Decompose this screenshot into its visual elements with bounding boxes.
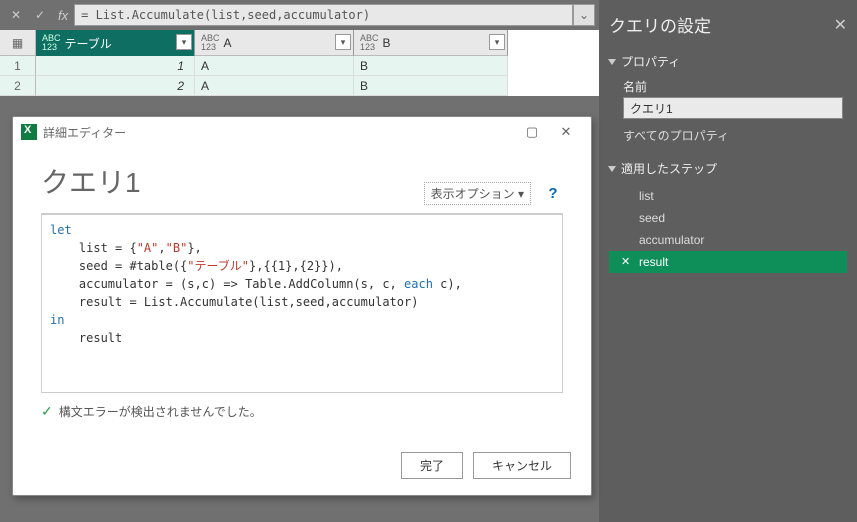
column-header-1[interactable]: ABC 123 A ▾ bbox=[195, 30, 354, 56]
cancel-button[interactable]: キャンセル bbox=[473, 452, 571, 479]
cell: B bbox=[354, 56, 508, 76]
applied-step[interactable]: list bbox=[609, 185, 847, 207]
type-any-icon: ABC 123 bbox=[201, 34, 220, 52]
name-label: 名前 bbox=[609, 74, 847, 97]
cell: 2 bbox=[36, 76, 195, 96]
column-header-label: A bbox=[224, 36, 232, 50]
formula-input[interactable] bbox=[74, 4, 573, 26]
column-filter-dropdown[interactable]: ▾ bbox=[176, 34, 192, 50]
formula-bar: ✕ ✓ fx ⌄ bbox=[0, 0, 599, 30]
table-row[interactable]: 1 1 A B bbox=[0, 56, 599, 76]
table-row[interactable]: 2 2 A B bbox=[0, 76, 599, 96]
all-properties-link[interactable]: すべてのプロパティ bbox=[609, 119, 847, 156]
applied-step[interactable]: accumulator bbox=[609, 229, 847, 251]
dialog-title: 詳細エディター bbox=[43, 124, 126, 141]
steps-section-header[interactable]: 適用したステップ bbox=[609, 156, 847, 181]
done-button[interactable]: 完了 bbox=[401, 452, 463, 479]
accept-formula-icon[interactable]: ✓ bbox=[28, 3, 52, 27]
cell: 1 bbox=[36, 56, 195, 76]
syntax-status: ✓ 構文エラーが検出されませんでした。 bbox=[41, 393, 563, 420]
row-number: 1 bbox=[0, 56, 36, 76]
settings-title: クエリの設定 bbox=[609, 12, 711, 37]
cell: A bbox=[195, 56, 354, 76]
display-options-dropdown[interactable]: 表示オプション ▾ bbox=[424, 182, 531, 205]
type-any-icon: ABC 123 bbox=[360, 34, 379, 52]
column-header-label: B bbox=[383, 36, 391, 50]
column-filter-dropdown[interactable]: ▾ bbox=[335, 34, 351, 50]
help-icon[interactable]: ? bbox=[543, 184, 563, 204]
fx-label: fx bbox=[52, 8, 74, 23]
column-filter-dropdown[interactable]: ▾ bbox=[489, 34, 505, 50]
check-icon: ✓ bbox=[41, 403, 53, 420]
excel-icon bbox=[21, 124, 37, 140]
expand-formula-icon[interactable]: ⌄ bbox=[573, 4, 595, 26]
query-settings-panel: クエリの設定 ✕ プロパティ 名前 すべてのプロパティ 適用したステップ lis… bbox=[599, 0, 857, 522]
close-icon[interactable]: ✕ bbox=[549, 124, 583, 140]
table-corner-icon[interactable]: ▦ bbox=[0, 30, 36, 56]
properties-section-header[interactable]: プロパティ bbox=[609, 49, 847, 74]
code-editor[interactable]: let list = {"A","B"}, seed = #table({"テー… bbox=[41, 213, 563, 393]
column-header-label: テーブル bbox=[65, 35, 112, 52]
advanced-editor-dialog: 詳細エディター ▢ ✕ クエリ1 表示オプション ▾ ? let list = … bbox=[12, 116, 592, 496]
cancel-formula-icon[interactable]: ✕ bbox=[4, 3, 28, 27]
data-grid: ▦ ABC 123 テーブル ▾ ABC 123 A ▾ ABC 123 B ▾… bbox=[0, 30, 599, 96]
close-icon[interactable]: ✕ bbox=[834, 15, 847, 35]
cell: A bbox=[195, 76, 354, 96]
type-any-icon: ABC 123 bbox=[42, 34, 61, 52]
query-name-input[interactable] bbox=[623, 97, 843, 119]
applied-step[interactable]: seed bbox=[609, 207, 847, 229]
dialog-heading: クエリ1 bbox=[41, 155, 141, 205]
column-header-0[interactable]: ABC 123 テーブル ▾ bbox=[36, 30, 195, 56]
applied-step-selected[interactable]: result bbox=[609, 251, 847, 273]
column-header-2[interactable]: ABC 123 B ▾ bbox=[354, 30, 508, 56]
cell: B bbox=[354, 76, 508, 96]
row-number: 2 bbox=[0, 76, 36, 96]
maximize-icon[interactable]: ▢ bbox=[515, 124, 549, 140]
